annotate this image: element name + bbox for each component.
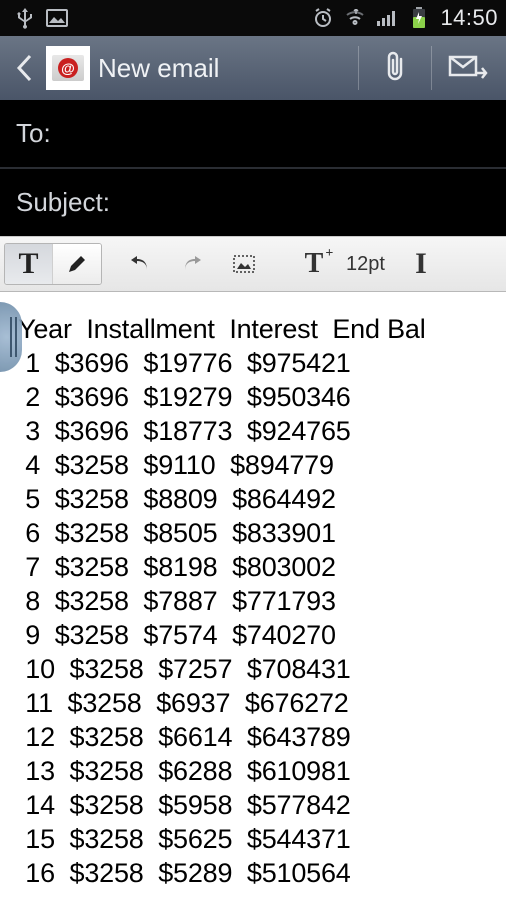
subject-field[interactable]: Subject: bbox=[0, 169, 506, 236]
status-bar: 14:50 bbox=[0, 0, 506, 36]
font-size-button[interactable]: T+ bbox=[292, 244, 336, 284]
draw-mode-button[interactable] bbox=[53, 244, 101, 284]
alarm-icon bbox=[312, 7, 334, 29]
signal-icon bbox=[376, 7, 398, 29]
page-title: New email bbox=[98, 53, 350, 84]
email-app-icon bbox=[46, 46, 90, 90]
attach-button[interactable] bbox=[367, 51, 423, 85]
text-mode-button[interactable]: T bbox=[5, 244, 53, 284]
text-cursor-handle[interactable] bbox=[0, 302, 22, 372]
wifi-icon bbox=[344, 7, 366, 29]
subject-label: Subject: bbox=[16, 187, 110, 217]
image-icon bbox=[46, 7, 68, 29]
font-size-label: 12pt bbox=[346, 253, 385, 276]
body-text[interactable]: Year Installment Interest End Bal 1 $369… bbox=[4, 312, 502, 890]
to-field[interactable]: To: bbox=[0, 100, 506, 167]
status-time: 14:50 bbox=[440, 5, 498, 31]
battery-icon bbox=[408, 7, 430, 29]
undo-button[interactable] bbox=[118, 244, 162, 284]
send-button[interactable] bbox=[440, 53, 496, 83]
bold-button[interactable]: I bbox=[399, 244, 443, 284]
format-toolbar: T T+ 12pt I bbox=[0, 236, 506, 292]
app-header: New email bbox=[0, 36, 506, 100]
redo-button[interactable] bbox=[170, 244, 214, 284]
insert-image-button[interactable] bbox=[222, 244, 266, 284]
back-button[interactable] bbox=[10, 54, 38, 82]
email-body[interactable]: Year Installment Interest End Bal 1 $369… bbox=[0, 292, 506, 900]
usb-icon bbox=[14, 7, 36, 29]
to-label: To: bbox=[16, 118, 51, 148]
